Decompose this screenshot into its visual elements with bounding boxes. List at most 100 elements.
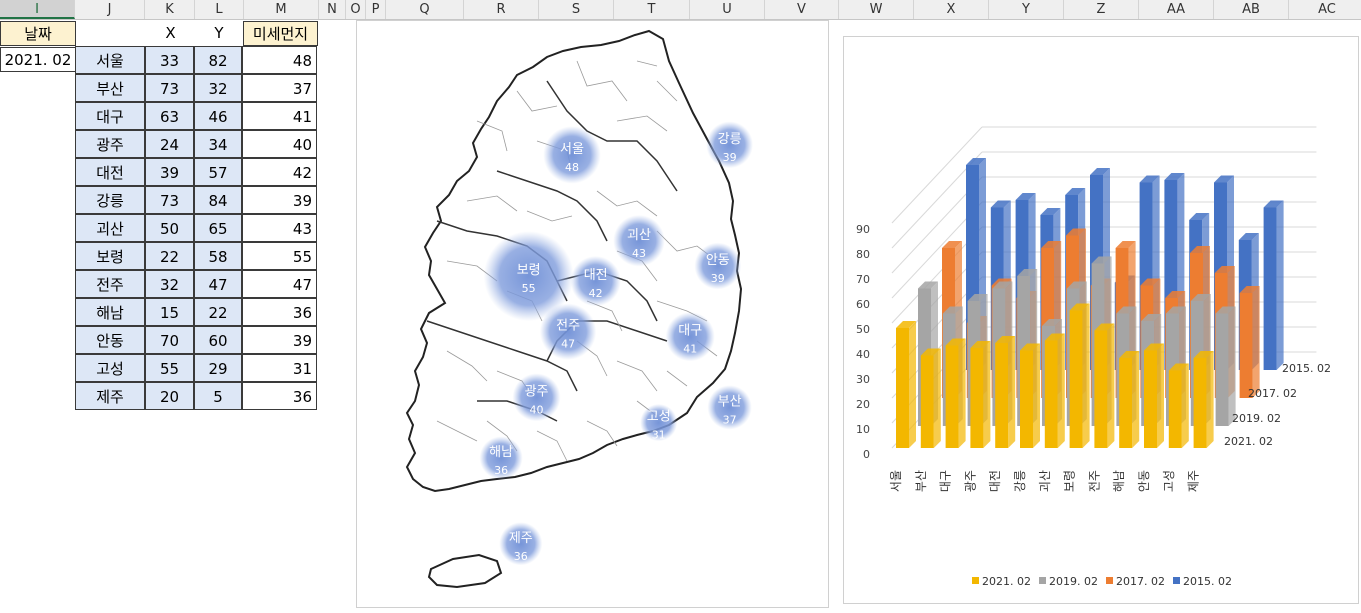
cell-x[interactable]: 73 (145, 186, 194, 214)
legend-entry[interactable]: 2015. 02 (1183, 575, 1232, 588)
cell-pm[interactable]: 40 (242, 130, 317, 158)
cell-x[interactable]: 33 (145, 46, 194, 74)
bar-front[interactable] (1215, 313, 1229, 427)
column-header-r[interactable]: R (464, 0, 539, 19)
cell-x[interactable]: 20 (145, 382, 194, 410)
cell-city[interactable]: 대전 (75, 158, 145, 186)
cell-city[interactable]: 해남 (75, 298, 145, 326)
cell-city[interactable]: 괴산 (75, 214, 145, 242)
bar-front[interactable] (1069, 310, 1083, 449)
legend-entry[interactable]: 2017. 02 (1116, 575, 1165, 588)
cell-pm[interactable]: 47 (242, 270, 317, 298)
bar-front[interactable] (1239, 293, 1253, 398)
cell-city[interactable]: 부산 (75, 74, 145, 102)
column-header-v[interactable]: V (765, 0, 839, 19)
cell-city[interactable]: 보령 (75, 242, 145, 270)
bar-front[interactable] (1193, 358, 1207, 448)
date-header-cell[interactable]: 날짜 (0, 21, 76, 46)
bar-front[interactable] (995, 343, 1009, 448)
cell-x[interactable]: 39 (145, 158, 194, 186)
column-header-ac[interactable]: AC (1289, 0, 1361, 19)
pm-header-cell[interactable]: 미세먼지 (243, 21, 318, 46)
cell-y[interactable]: 32 (194, 74, 242, 102)
bar-chart[interactable]: 0 10 20 30 40 50 60 70 80 90 서울 부산 대구 광주 대전 강릉 괴산 보령 전주 해남… (843, 36, 1359, 604)
cell-city[interactable]: 대구 (75, 102, 145, 130)
cell-x[interactable]: 63 (145, 102, 194, 130)
cell-city[interactable]: 고성 (75, 354, 145, 382)
cell-y[interactable]: 82 (194, 46, 242, 74)
legend[interactable]: 2021. 02 2019. 02 2017. 02 2015. 02 (972, 575, 1232, 588)
bar-front[interactable] (1119, 358, 1133, 448)
cell-city[interactable]: 제주 (75, 382, 145, 410)
cell-city[interactable]: 안동 (75, 326, 145, 354)
cell-x[interactable]: 22 (145, 242, 194, 270)
cell-x[interactable]: 15 (145, 298, 194, 326)
cell-pm[interactable]: 39 (242, 186, 317, 214)
bar-front[interactable] (1263, 207, 1277, 371)
cell-x[interactable]: 50 (145, 214, 194, 242)
cell-pm[interactable]: 41 (242, 102, 317, 130)
column-header-u[interactable]: U (690, 0, 765, 19)
column-header-p[interactable]: P (366, 0, 386, 19)
column-header-l[interactable]: L (195, 0, 244, 19)
column-header-q[interactable]: Q (386, 0, 464, 19)
column-header-j[interactable]: J (75, 0, 145, 19)
cell-pm[interactable]: 37 (242, 74, 317, 102)
column-header-z[interactable]: Z (1064, 0, 1139, 19)
cell-x[interactable]: 24 (145, 130, 194, 158)
cell-pm[interactable]: 42 (242, 158, 317, 186)
cell-y[interactable]: 46 (194, 102, 242, 130)
column-header-y[interactable]: Y (989, 0, 1064, 19)
cell-pm[interactable]: 39 (242, 326, 317, 354)
cell-y[interactable]: 29 (194, 354, 242, 382)
map-chart[interactable]: 서울 48 부산 37 대구 41 광주 40 대전 42 강릉 39 괴산 43 보령 55 전주 47 해남 36… (356, 20, 829, 608)
legend-entry[interactable]: 2019. 02 (1049, 575, 1098, 588)
column-header-m[interactable]: M (244, 0, 319, 19)
column-header-i[interactable]: I (0, 0, 75, 19)
column-header-o[interactable]: O (346, 0, 366, 19)
cell-y[interactable]: 57 (194, 158, 242, 186)
bar-front[interactable] (1144, 350, 1157, 449)
cell-pm[interactable]: 55 (242, 242, 317, 270)
column-header-x[interactable]: X (914, 0, 989, 19)
bar-front[interactable] (1094, 330, 1108, 449)
cell-pm[interactable]: 43 (242, 214, 317, 242)
cell-city[interactable]: 서울 (75, 46, 145, 74)
bar-front[interactable] (1168, 370, 1182, 449)
bar-front[interactable] (1020, 350, 1033, 449)
bar-front[interactable] (945, 345, 959, 449)
bar-front[interactable] (896, 328, 909, 448)
cell-x[interactable]: 73 (145, 74, 194, 102)
bar-front[interactable] (1044, 340, 1058, 449)
column-header-t[interactable]: T (614, 0, 690, 19)
cell-pm[interactable]: 36 (242, 298, 317, 326)
cell-city[interactable]: 강릉 (75, 186, 145, 214)
cell-y[interactable]: 65 (194, 214, 242, 242)
column-header-s[interactable]: S (539, 0, 614, 19)
cell-y[interactable]: 5 (194, 382, 242, 410)
column-header-n[interactable]: N (319, 0, 346, 19)
cell-city[interactable]: 광주 (75, 130, 145, 158)
cell-city[interactable]: 전주 (75, 270, 145, 298)
cell-y[interactable]: 58 (194, 242, 242, 270)
bar-front[interactable] (920, 355, 934, 449)
cell-y[interactable]: 60 (194, 326, 242, 354)
cell-y[interactable]: 47 (194, 270, 242, 298)
cell-pm[interactable]: 31 (242, 354, 317, 382)
bar-front[interactable] (970, 348, 984, 448)
column-header-aa[interactable]: AA (1139, 0, 1214, 19)
column-header-w[interactable]: W (839, 0, 914, 19)
column-header-k[interactable]: K (145, 0, 195, 19)
cell-x[interactable]: 70 (145, 326, 194, 354)
date-value-cell[interactable]: 2021. 02 (0, 47, 76, 72)
cell-pm[interactable]: 48 (242, 46, 317, 74)
column-header-ab[interactable]: AB (1214, 0, 1289, 19)
cell-y[interactable]: 84 (194, 186, 242, 214)
x-header-cell[interactable]: X (146, 21, 195, 46)
legend-entry[interactable]: 2021. 02 (982, 575, 1031, 588)
y-header-cell[interactable]: Y (195, 21, 243, 46)
cell-pm[interactable]: 36 (242, 382, 317, 410)
cell-y[interactable]: 22 (194, 298, 242, 326)
cell-x[interactable]: 32 (145, 270, 194, 298)
cell-x[interactable]: 55 (145, 354, 194, 382)
